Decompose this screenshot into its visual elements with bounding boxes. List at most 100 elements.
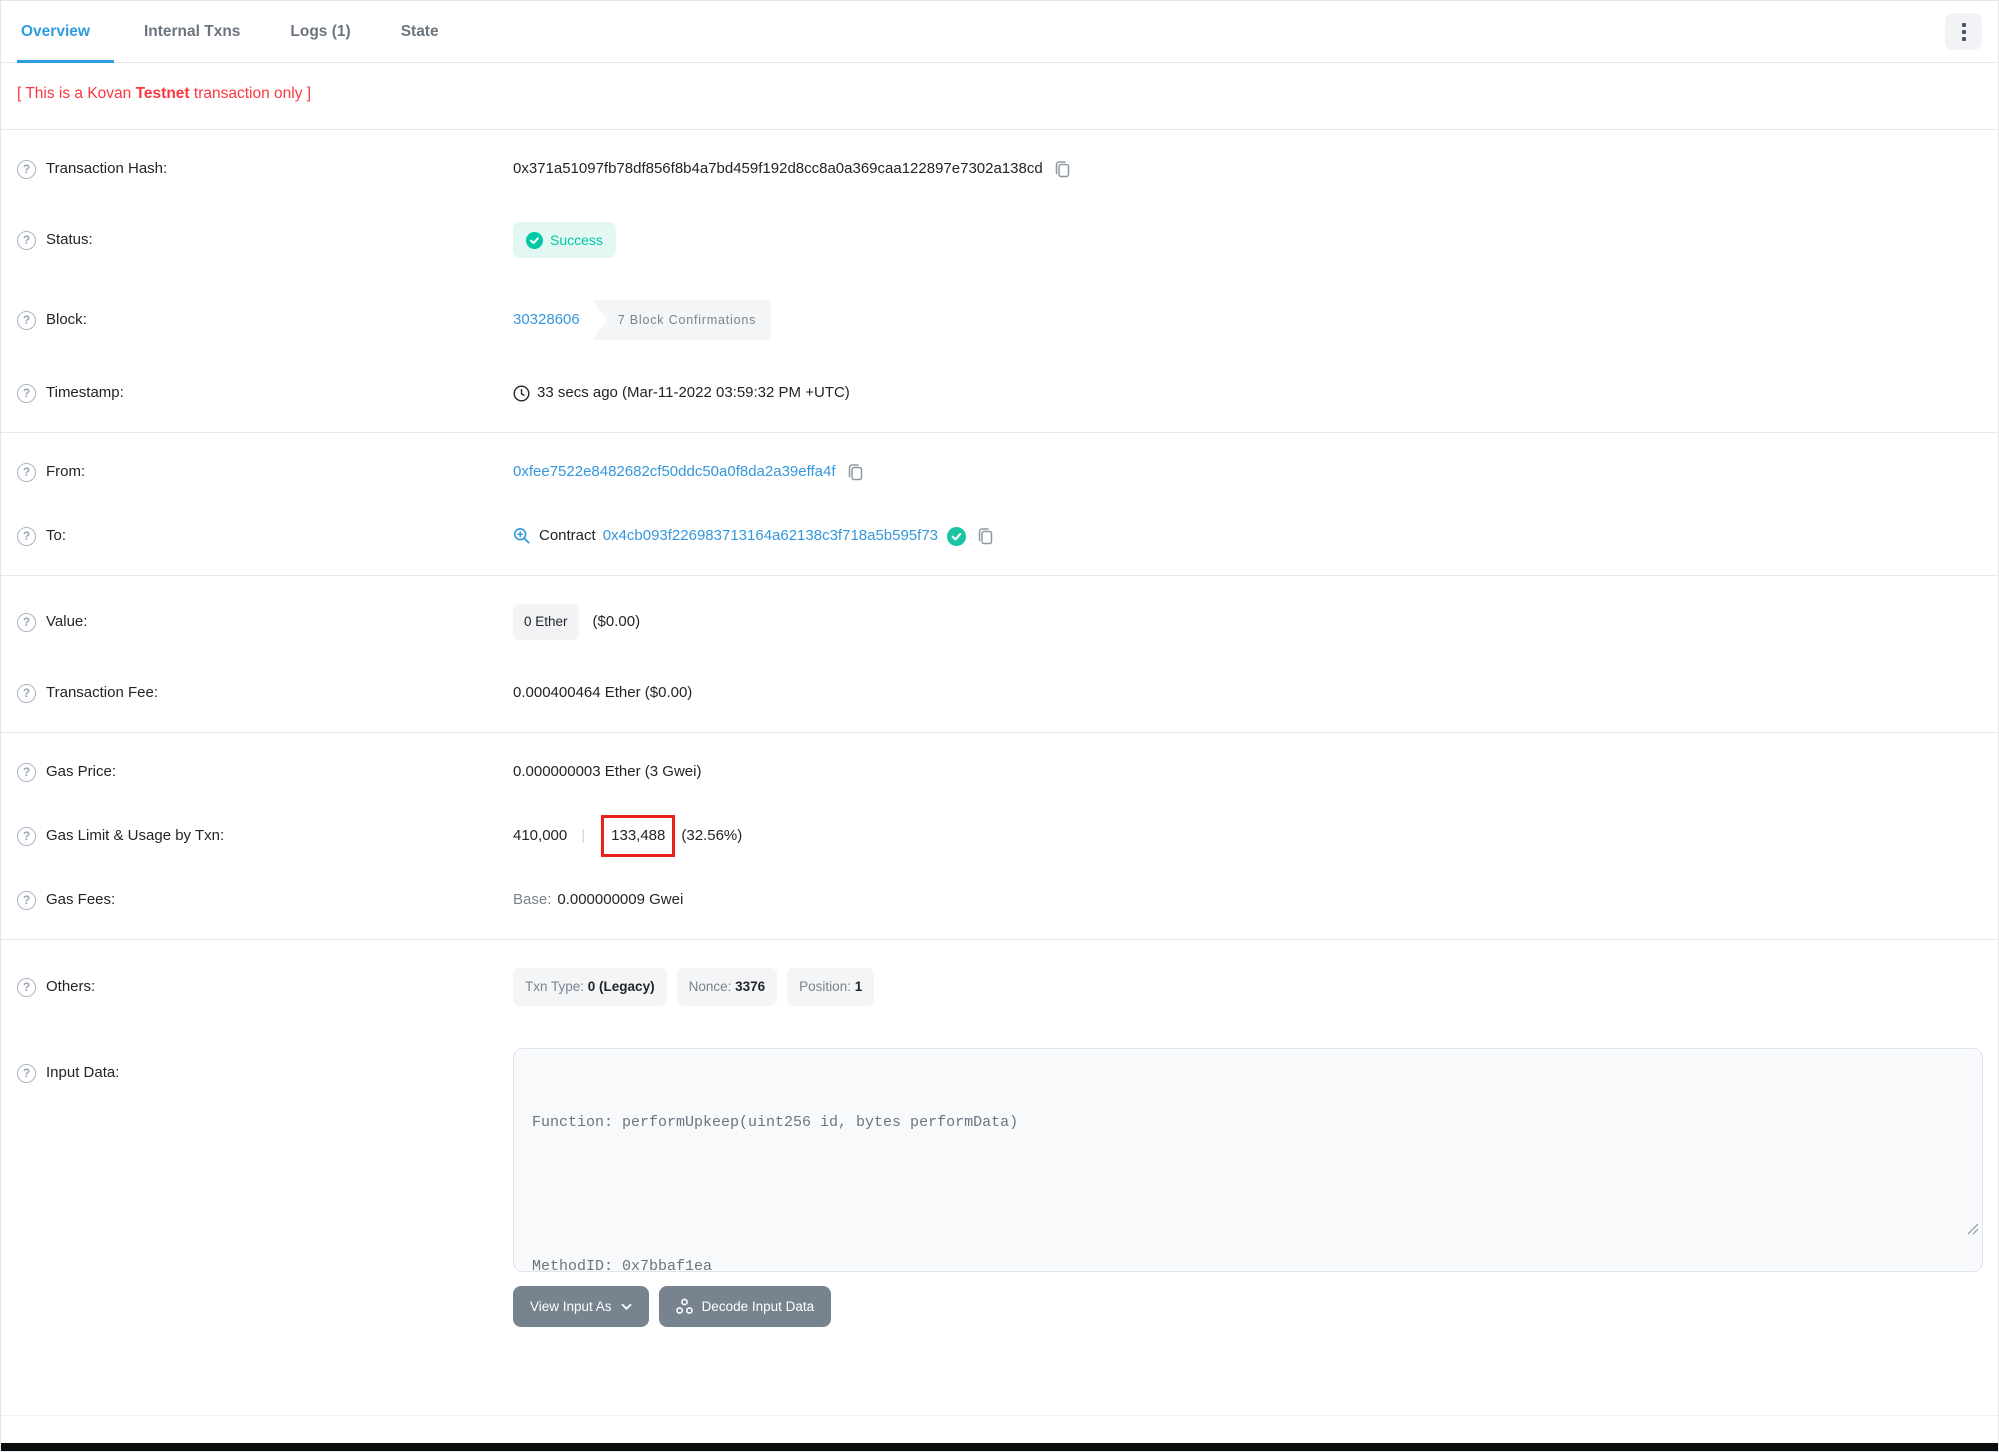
check-circle-icon [526,231,543,249]
tab-overview[interactable]: Overview [17,1,114,63]
input-data-textarea[interactable]: Function: performUpkeep(uint256 id, byte… [513,1048,1983,1272]
group-overview-top: ? Transaction Hash: 0x371a51097fb78df856… [1,129,1998,432]
tabbar-spacer [469,1,1945,62]
help-icon[interactable]: ? [17,612,36,632]
block-confirmations-badge: 7 Block Confirmations [591,300,772,340]
row-timestamp: ? Timestamp: 33 secs ago (Mar-11-2022 03… [1,361,1998,425]
gas-fees-base-value: 0.000000009 Gwei [557,891,684,908]
from-label: From: [46,463,86,480]
row-from: ? From: 0xfee7522e8482682cf50ddc50a0f8da… [1,440,1998,504]
gas-limit-separator: | [581,827,586,844]
from-address-link[interactable]: 0xfee7522e8482682cf50ddc50a0f8da2a39effa… [513,461,836,483]
decode-input-data-label: Decode Input Data [701,1299,815,1314]
row-status: ? Status: Success [1,201,1998,279]
status-badge-text: Success [550,232,603,248]
annotation-red-box: 133,488 [601,815,676,857]
tab-state[interactable]: State [381,1,459,62]
to-contract-word: Contract [539,527,596,544]
help-icon[interactable]: ? [17,159,36,179]
help-icon[interactable]: ? [17,230,36,250]
position-value: 1 [854,979,863,994]
help-icon[interactable]: ? [17,890,36,910]
help-icon[interactable]: ? [17,310,36,330]
nonce-value: 3376 [735,979,766,994]
help-icon[interactable]: ? [17,683,36,703]
row-value: ? Value: 0 Ether ($0.00) [1,583,1998,661]
status-badge: Success [513,222,616,258]
gas-price-value: 0.000000003 Ether (3 Gwei) [513,763,702,780]
gas-fees-base-label: Base: [513,891,552,908]
transaction-details-card: Overview Internal Txns Logs (1) State [ … [0,0,1999,1452]
verified-check-icon [947,526,967,546]
row-transaction-hash: ? Transaction Hash: 0x371a51097fb78df856… [1,137,1998,201]
row-input-data: ? Input Data: Function: performUpkeep(ui… [1,1027,1998,1348]
testnet-notice-bold: Testnet [135,85,190,102]
timestamp-label: Timestamp: [46,384,124,401]
row-others: ? Others: Txn Type: 0 (Legacy) Nonce: 33… [1,947,1998,1027]
row-block: ? Block: 30328606 7 Block Confirmations [1,279,1998,361]
bottom-black-bar [1,1443,1998,1451]
gas-limit-label: Gas Limit & Usage by Txn: [46,827,225,844]
gas-usage-percent: (32.56%) [681,827,743,844]
position-key: Position: [799,979,851,994]
decode-icon [675,1298,693,1314]
to-label: To: [46,527,67,544]
view-input-as-label: View Input As [530,1299,612,1314]
zoom-in-icon[interactable] [513,527,531,545]
chevron-down-icon [621,1303,631,1310]
copy-icon[interactable] [976,526,995,546]
row-gas-limit-usage: ? Gas Limit & Usage by Txn: 410,000 | 13… [1,804,1998,868]
testnet-notice-suffix: transaction only ] [189,85,312,102]
copy-icon[interactable] [1053,159,1072,179]
gas-fees-label: Gas Fees: [46,891,116,908]
tab-logs[interactable]: Logs (1) [270,1,370,62]
clock-icon [513,384,530,402]
help-icon[interactable]: ? [17,826,36,846]
nonce-badge: Nonce: 3376 [676,968,778,1006]
copy-icon[interactable] [846,462,865,482]
group-addresses: ? From: 0xfee7522e8482682cf50ddc50a0f8da… [1,432,1998,575]
group-value-fee: ? Value: 0 Ether ($0.00) ? Transaction F… [1,575,1998,732]
transaction-hash-label: Transaction Hash: [46,160,168,177]
transaction-fee-label: Transaction Fee: [46,684,158,701]
status-label: Status: [46,231,93,248]
help-icon[interactable]: ? [17,462,36,482]
group-gas: ? Gas Price: 0.000000003 Ether (3 Gwei) … [1,732,1998,939]
txn-type-badge: Txn Type: 0 (Legacy) [513,968,667,1006]
ether-value-badge: 0 Ether [513,604,579,640]
help-icon[interactable]: ? [17,1063,36,1083]
input-function-line: Function: performUpkeep(uint256 id, byte… [532,1114,1019,1131]
row-to: ? To: Contract 0x4cb093f226983713164a621… [1,504,1998,568]
block-label: Block: [46,311,87,328]
gas-price-label: Gas Price: [46,763,117,780]
others-label: Others: [46,978,96,995]
help-icon[interactable]: ? [17,383,36,403]
help-icon[interactable]: ? [17,762,36,782]
testnet-notice-prefix: [ This is a Kovan [17,85,136,102]
to-address-link[interactable]: 0x4cb093f226983713164a62138c3f718a5b595f… [603,525,938,547]
row-gas-fees: ? Gas Fees: Base: 0.000000009 Gwei [1,868,1998,932]
position-badge: Position: 1 [787,968,875,1006]
group-others-input: ? Others: Txn Type: 0 (Legacy) Nonce: 33… [1,939,1998,1355]
decode-input-data-button[interactable]: Decode Input Data [658,1286,832,1327]
txn-type-value: 0 (Legacy) [587,979,655,994]
transaction-fee-value: 0.000400464 Ether ($0.00) [513,684,693,701]
block-number-link[interactable]: 30328606 [513,309,580,331]
value-usd: ($0.00) [592,613,641,630]
resize-grip[interactable] [1859,1196,1979,1268]
testnet-notice: [ This is a Kovan Testnet transaction on… [1,63,1998,129]
help-icon[interactable]: ? [17,977,36,997]
tab-internal-txns[interactable]: Internal Txns [124,1,260,62]
nonce-key: Nonce: [688,979,732,994]
help-icon[interactable]: ? [17,526,36,546]
input-data-label: Input Data: [46,1064,120,1081]
tab-bar: Overview Internal Txns Logs (1) State [1,1,1998,63]
transaction-hash-value: 0x371a51097fb78df856f8b4a7bd459f192d8cc8… [513,160,1043,177]
txn-type-key: Txn Type: [525,979,585,994]
more-options-button[interactable] [1945,13,1982,50]
gas-limit-value: 410,000 [513,827,568,844]
gas-usage-value: 133,488 [611,827,666,844]
row-transaction-fee: ? Transaction Fee: 0.000400464 Ether ($0… [1,661,1998,725]
value-label: Value: [46,613,88,630]
view-input-as-button[interactable]: View Input As [513,1286,649,1327]
